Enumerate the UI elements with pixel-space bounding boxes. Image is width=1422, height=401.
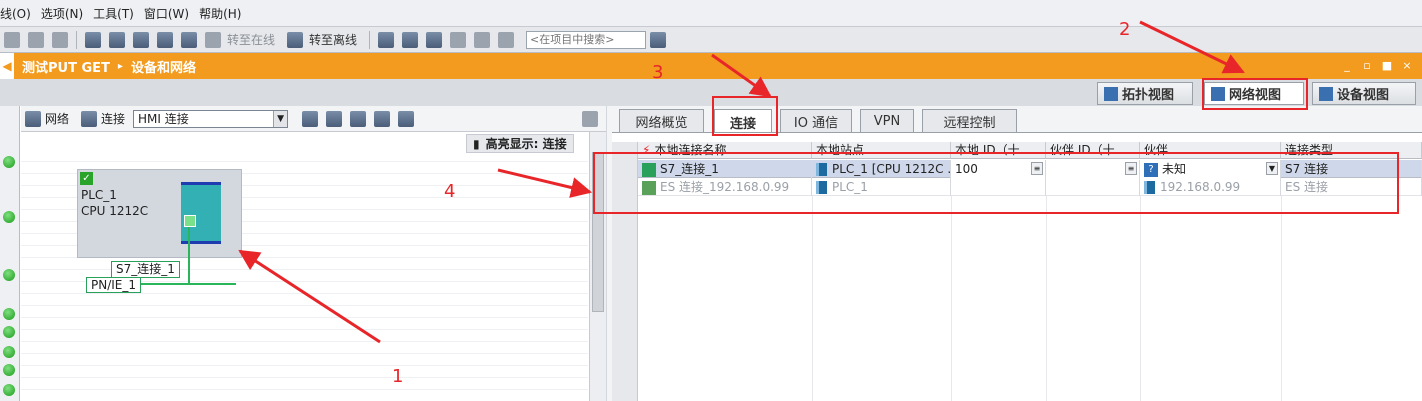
status-ok-icon bbox=[3, 156, 15, 168]
redo-icon[interactable] bbox=[52, 31, 68, 48]
close-window-icon[interactable]: × bbox=[1400, 59, 1414, 73]
status-ok-icon bbox=[3, 384, 15, 396]
cross-reference-icon[interactable] bbox=[402, 31, 419, 48]
grid-line bbox=[951, 196, 952, 401]
network-mode-button[interactable]: 网络 bbox=[45, 110, 69, 127]
cut-icon[interactable] bbox=[450, 31, 467, 48]
search-binoculars-icon[interactable] bbox=[650, 31, 667, 48]
close-icon[interactable] bbox=[4, 31, 20, 48]
highlight-mode-text: 高亮显示: 连接 bbox=[485, 137, 567, 151]
profinet-port[interactable] bbox=[184, 215, 196, 227]
breadcrumb-separator-icon: ▸ bbox=[117, 60, 123, 72]
status-ok-icon bbox=[3, 211, 15, 223]
menu-online[interactable]: 线(O) bbox=[0, 5, 31, 22]
menu-bar: 线(O) 选项(N) 工具(T) 窗口(W) 帮助(H) bbox=[0, 0, 1422, 27]
connection-label[interactable]: S7_连接_1 bbox=[111, 261, 180, 278]
plc-cpu-type: CPU 1212C bbox=[81, 204, 149, 218]
device-icon bbox=[1319, 86, 1333, 101]
highlight-mode-label: ▮ 高亮显示: 连接 bbox=[466, 134, 574, 153]
grid-icon[interactable] bbox=[350, 110, 367, 127]
connection-mode-icon[interactable] bbox=[81, 110, 98, 127]
plc-name: PLC_1 bbox=[81, 188, 117, 202]
collapse-left-icon[interactable]: ◀ bbox=[0, 53, 14, 79]
connection-type-select[interactable]: HMI 连接 ▼ bbox=[133, 109, 289, 128]
tab-io-communication[interactable]: IO 通信 bbox=[780, 109, 852, 132]
status-ok-icon bbox=[3, 326, 15, 338]
annotation-box-network-view bbox=[1202, 78, 1308, 110]
show-names-icon[interactable] bbox=[302, 110, 319, 127]
status-gutter bbox=[0, 106, 20, 401]
tab-vpn[interactable]: VPN bbox=[860, 109, 914, 132]
page-break-icon[interactable] bbox=[374, 110, 391, 127]
subnet-label[interactable]: PN/IE_1 bbox=[86, 277, 142, 293]
menu-options[interactable]: 选项(N) bbox=[41, 5, 83, 22]
tab-label: 拓扑视图 bbox=[1122, 88, 1175, 103]
menu-window[interactable]: 窗口(W) bbox=[144, 5, 189, 22]
connection-type-value: HMI 连接 bbox=[138, 111, 189, 126]
split-vertical-icon[interactable] bbox=[498, 31, 515, 48]
annotation-number: 3 bbox=[652, 62, 664, 83]
go-online-button[interactable]: 转至在线 bbox=[227, 31, 275, 48]
grid-line bbox=[1046, 196, 1047, 401]
pin-icon: ▮ bbox=[473, 136, 480, 151]
grid-line bbox=[1140, 196, 1141, 401]
status-ok-icon bbox=[3, 269, 15, 281]
restore-icon[interactable]: ▫ bbox=[1360, 59, 1374, 73]
subnet-line[interactable] bbox=[137, 283, 236, 285]
network-mode-icon[interactable] bbox=[25, 110, 41, 127]
compile-icon[interactable] bbox=[85, 31, 101, 48]
upload-icon[interactable] bbox=[133, 31, 149, 48]
annotation-number: 4 bbox=[444, 181, 456, 202]
compare-icon[interactable] bbox=[426, 31, 443, 48]
simulation-icon[interactable] bbox=[157, 31, 173, 48]
tab-label: 设备视图 bbox=[1337, 88, 1390, 103]
download-icon[interactable] bbox=[109, 31, 125, 48]
annotation-number: 2 bbox=[1119, 19, 1131, 40]
project-search-input[interactable] bbox=[526, 30, 647, 49]
start-cpu-icon[interactable] bbox=[181, 31, 197, 48]
tab-device-view[interactable]: 设备视图 bbox=[1312, 82, 1416, 105]
go-offline-icon[interactable] bbox=[287, 31, 304, 48]
check-icon: ✓ bbox=[80, 172, 93, 185]
plc-module-icon bbox=[181, 182, 221, 244]
main-toolbar: 转至在线 转至离线 bbox=[0, 27, 1422, 53]
accessible-devices-icon[interactable] bbox=[378, 31, 395, 48]
network-link-line bbox=[188, 227, 190, 284]
network-toolbar: 网络 连接 HMI 连接 ▼ bbox=[21, 106, 606, 132]
toolbar-separator bbox=[76, 30, 77, 49]
status-ok-icon bbox=[3, 364, 15, 376]
network-layout-icon[interactable] bbox=[326, 110, 343, 127]
go-online-icon[interactable] bbox=[205, 31, 221, 48]
zoom-icon[interactable] bbox=[398, 110, 415, 127]
menu-help[interactable]: 帮助(H) bbox=[199, 5, 241, 22]
topology-icon bbox=[1104, 86, 1118, 101]
undo-icon[interactable] bbox=[28, 31, 44, 48]
grid-line bbox=[812, 196, 813, 401]
breadcrumb-section: 设备和网络 bbox=[130, 60, 196, 76]
maximize-icon[interactable]: ■ bbox=[1380, 59, 1394, 73]
tab-network-overview[interactable]: 网络概览 bbox=[619, 109, 704, 132]
overview-icon[interactable] bbox=[582, 110, 598, 127]
menu-tools[interactable]: 工具(T) bbox=[93, 5, 134, 22]
status-ok-icon bbox=[3, 346, 15, 358]
grid-line bbox=[1281, 196, 1282, 401]
minimize-icon[interactable]: _ bbox=[1340, 59, 1354, 73]
go-offline-button[interactable]: 转至离线 bbox=[309, 31, 357, 48]
annotation-box-connection-table bbox=[593, 152, 1399, 214]
connection-mode-button[interactable]: 连接 bbox=[101, 110, 125, 127]
toolbar-separator bbox=[369, 30, 371, 49]
annotation-number: 1 bbox=[392, 366, 404, 387]
status-ok-icon bbox=[3, 308, 15, 320]
tab-topology-view[interactable]: 拓扑视图 bbox=[1097, 82, 1193, 105]
breadcrumb-project: 测试PUT GET bbox=[22, 60, 110, 76]
annotation-box-connections-tab bbox=[712, 96, 778, 136]
split-horizontal-icon[interactable] bbox=[474, 31, 491, 48]
chevron-down-icon: ▼ bbox=[273, 110, 288, 127]
tab-remote-control[interactable]: 远程控制 bbox=[922, 109, 1017, 132]
editor-title-bar: ◀ 测试PUT GET ▸ 设备和网络 _ ▫ ■ × bbox=[0, 53, 1422, 79]
